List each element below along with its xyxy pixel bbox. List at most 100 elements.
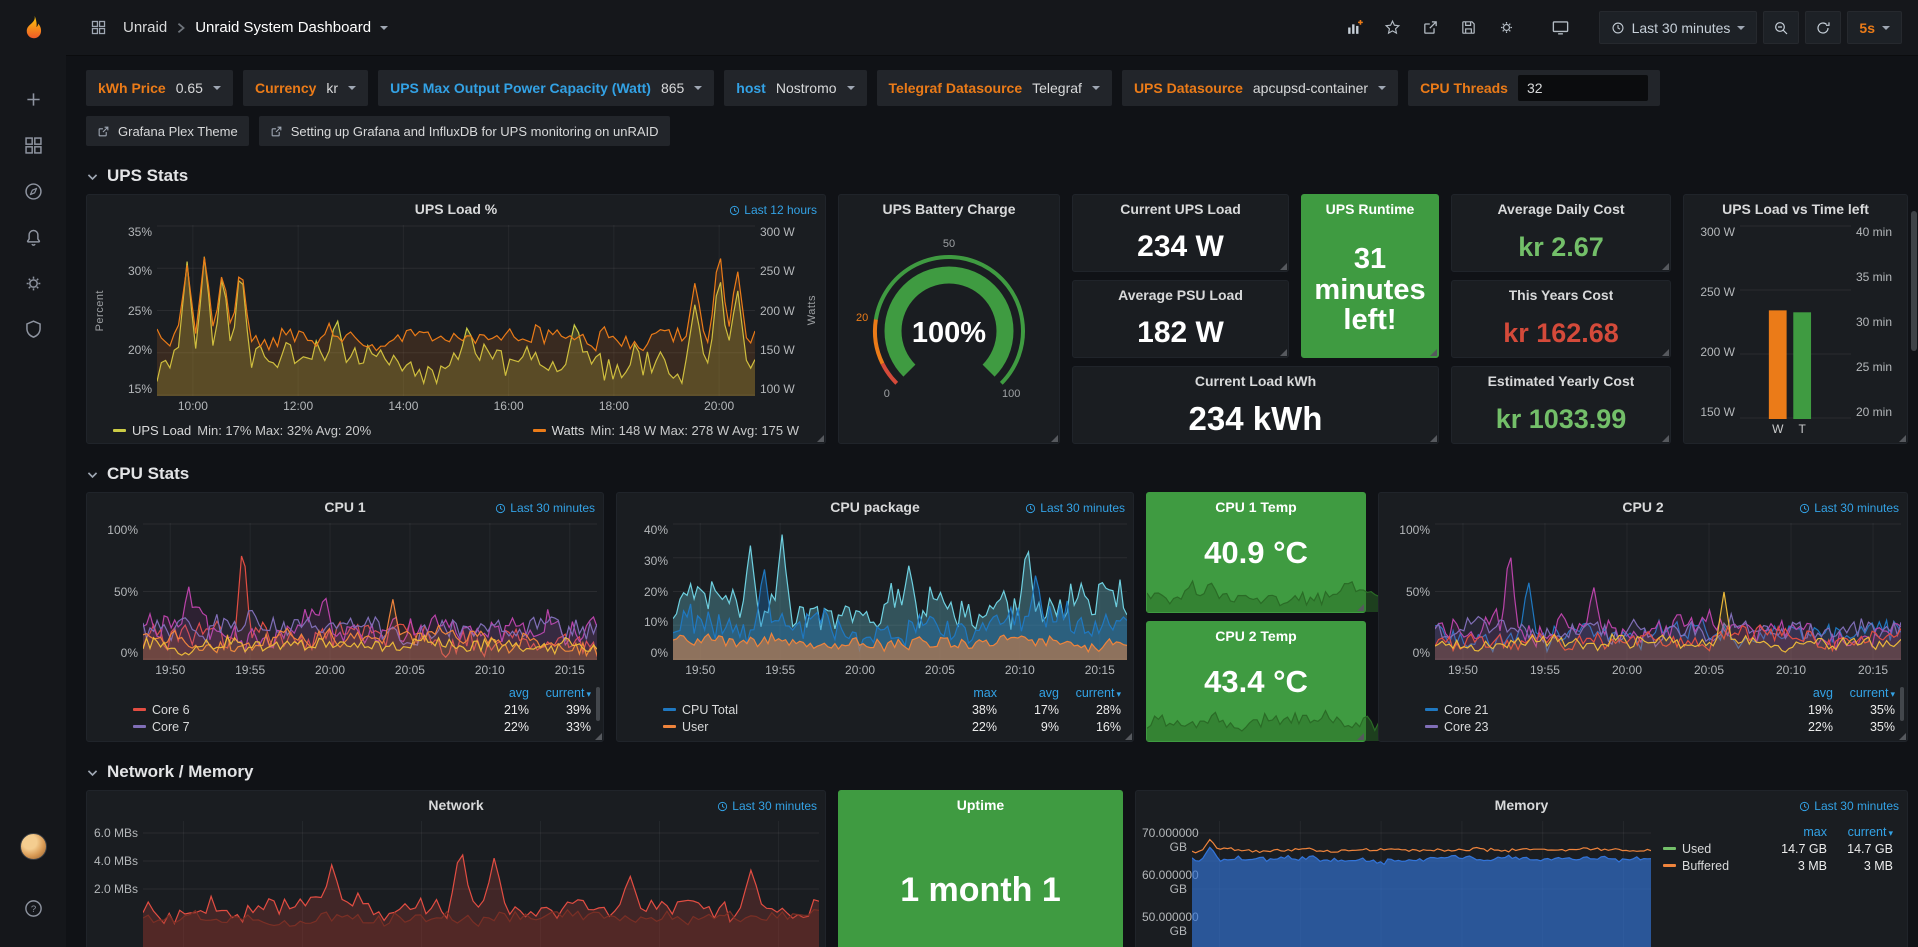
page-scrollbar[interactable] — [1911, 66, 1917, 947]
configuration-menu-item[interactable] — [10, 260, 56, 306]
legend-series-name[interactable]: Core 23 — [1444, 720, 1488, 734]
save-button[interactable] — [1453, 12, 1485, 44]
variable-ups-datasource[interactable]: UPS Datasourceapcupsd-container — [1122, 70, 1398, 106]
legend-column-avg[interactable]: avg — [467, 686, 529, 700]
grafana-logo[interactable] — [13, 10, 53, 50]
axis-tick: 150 W — [760, 343, 805, 357]
bar-T[interactable] — [1793, 312, 1811, 419]
dashboards-menu-item[interactable] — [10, 122, 56, 168]
legend-column-avg[interactable]: avg — [1771, 686, 1833, 700]
legend-series-name[interactable]: UPS Load — [132, 423, 191, 438]
dashboard-settings-button[interactable] — [1491, 12, 1523, 44]
dashboard-link[interactable]: Grafana Plex Theme — [86, 116, 249, 146]
variable-cpu-threads[interactable]: CPU Threads32 — [1408, 70, 1660, 106]
variable-kwh-price[interactable]: kWh Price0.65 — [86, 70, 233, 106]
variable-value[interactable]: kr — [326, 80, 338, 96]
legend-series-name[interactable]: Core 7 — [152, 720, 190, 734]
panel-title[interactable]: Network — [428, 797, 483, 813]
breadcrumb-folder[interactable]: Unraid — [123, 19, 167, 36]
help-menu-item[interactable]: ? — [10, 885, 56, 931]
panel-title[interactable]: Average PSU Load — [1118, 287, 1243, 303]
panel-title[interactable]: CPU 2 Temp — [1215, 628, 1296, 644]
panel-title[interactable]: This Years Cost — [1509, 287, 1614, 303]
user-profile-item[interactable] — [10, 823, 56, 869]
panel-title[interactable]: Current Load kWh — [1195, 373, 1316, 389]
section-network-memory[interactable]: Network / Memory — [86, 762, 1908, 782]
variable-ups-max-output-power-capacity-watt[interactable]: UPS Max Output Power Capacity (Watt)865 — [378, 70, 714, 106]
legend-column-current[interactable]: current — [1827, 825, 1893, 839]
bar-plot[interactable] — [1740, 225, 1851, 419]
legend-series-name[interactable]: Core 6 — [152, 703, 190, 717]
legend-scrollbar[interactable] — [1900, 687, 1904, 721]
panel-title[interactable]: CPU package — [830, 499, 919, 515]
refresh-button[interactable] — [1805, 11, 1841, 44]
time-range-button[interactable]: Last 30 minutes — [1599, 11, 1758, 44]
legend-column-max[interactable]: max — [935, 686, 997, 700]
create-menu-item[interactable] — [10, 76, 56, 122]
time-series-plot[interactable] — [157, 225, 755, 396]
legend-column-avg[interactable]: avg — [997, 686, 1059, 700]
time-series-plot[interactable] — [1435, 523, 1901, 660]
legend-series-name[interactable]: Core 21 — [1444, 703, 1488, 717]
panel-title[interactable]: CPU 1 — [324, 499, 365, 515]
explore-menu-item[interactable] — [10, 168, 56, 214]
variable-value[interactable]: 0.65 — [176, 80, 203, 96]
time-series-plot[interactable] — [143, 821, 819, 947]
dashboard-link[interactable]: Setting up Grafana and InfluxDB for UPS … — [259, 116, 670, 146]
legend-series-name[interactable]: Used — [1682, 842, 1711, 856]
scrollbar-thumb[interactable] — [1911, 211, 1917, 351]
legend-column-max[interactable]: max — [1761, 825, 1827, 839]
variable-telegraf-datasource[interactable]: Telegraf DatasourceTelegraf — [877, 70, 1112, 106]
legend-series-name[interactable]: Watts — [552, 423, 585, 438]
panel-time-override[interactable]: Last 30 minutes — [717, 799, 817, 813]
panel-title[interactable]: CPU 1 Temp — [1215, 499, 1296, 515]
alerting-menu-item[interactable] — [10, 214, 56, 260]
time-series-plot[interactable] — [673, 523, 1127, 660]
variable-currency[interactable]: Currencykr — [243, 70, 368, 106]
section-cpu-stats[interactable]: CPU Stats — [86, 464, 1908, 484]
variable-host[interactable]: hostNostromo — [724, 70, 866, 106]
section-ups-stats[interactable]: UPS Stats — [86, 166, 1908, 186]
time-series-plot[interactable] — [143, 523, 597, 660]
panel-time-override[interactable]: Last 30 minutes — [1799, 501, 1899, 515]
panel-title[interactable]: CPU 2 — [1622, 499, 1663, 515]
variable-value[interactable]: apcupsd-container — [1253, 80, 1368, 96]
dashboard-dropdown-caret-icon[interactable] — [380, 26, 388, 30]
variable-input[interactable]: 32 — [1518, 75, 1648, 101]
panel-title[interactable]: UPS Battery Charge — [882, 201, 1015, 217]
panel-title[interactable]: Memory — [1495, 797, 1549, 813]
legend-scrollbar[interactable] — [596, 687, 600, 721]
refresh-interval-button[interactable]: 5s — [1847, 11, 1902, 44]
dashboard-grid-icon[interactable] — [82, 12, 114, 44]
panel-title[interactable]: Estimated Yearly Cost — [1488, 373, 1635, 389]
time-series-plot[interactable] — [1192, 821, 1651, 947]
add-panel-button[interactable] — [1339, 12, 1371, 44]
legend-column-current[interactable]: current — [1059, 686, 1121, 700]
variable-value[interactable]: 865 — [661, 80, 684, 96]
star-button[interactable] — [1377, 12, 1409, 44]
legend-series-name[interactable]: Buffered — [1682, 859, 1729, 873]
x-axis: 19:5019:5520:0020:0520:1020:15 — [673, 660, 1127, 678]
server-admin-menu-item[interactable] — [10, 306, 56, 352]
variable-value[interactable]: Telegraf — [1032, 80, 1082, 96]
zoom-out-button[interactable] — [1763, 11, 1799, 44]
cycle-view-mode-button[interactable] — [1545, 12, 1577, 44]
legend-column-current[interactable]: current — [1833, 686, 1895, 700]
variable-value[interactable]: Nostromo — [776, 80, 837, 96]
panel-time-override[interactable]: Last 12 hours — [729, 203, 817, 217]
breadcrumb-dashboard-title[interactable]: Unraid System Dashboard — [195, 19, 371, 36]
panel-time-override[interactable]: Last 30 minutes — [1799, 799, 1899, 813]
bar-W[interactable] — [1769, 310, 1787, 419]
share-button[interactable] — [1415, 12, 1447, 44]
panel-title[interactable]: Current UPS Load — [1120, 201, 1241, 217]
panel-title[interactable]: Uptime — [957, 797, 1004, 813]
panel-title[interactable]: UPS Load vs Time left — [1722, 201, 1869, 217]
legend-series-name[interactable]: User — [682, 720, 708, 734]
legend-series-name[interactable]: CPU Total — [682, 703, 738, 717]
panel-title[interactable]: UPS Runtime — [1326, 201, 1415, 217]
panel-title[interactable]: Average Daily Cost — [1497, 201, 1624, 217]
panel-time-override[interactable]: Last 30 minutes — [495, 501, 595, 515]
legend-column-current[interactable]: current — [529, 686, 591, 700]
panel-time-override[interactable]: Last 30 minutes — [1025, 501, 1125, 515]
panel-title[interactable]: UPS Load % — [415, 201, 497, 217]
